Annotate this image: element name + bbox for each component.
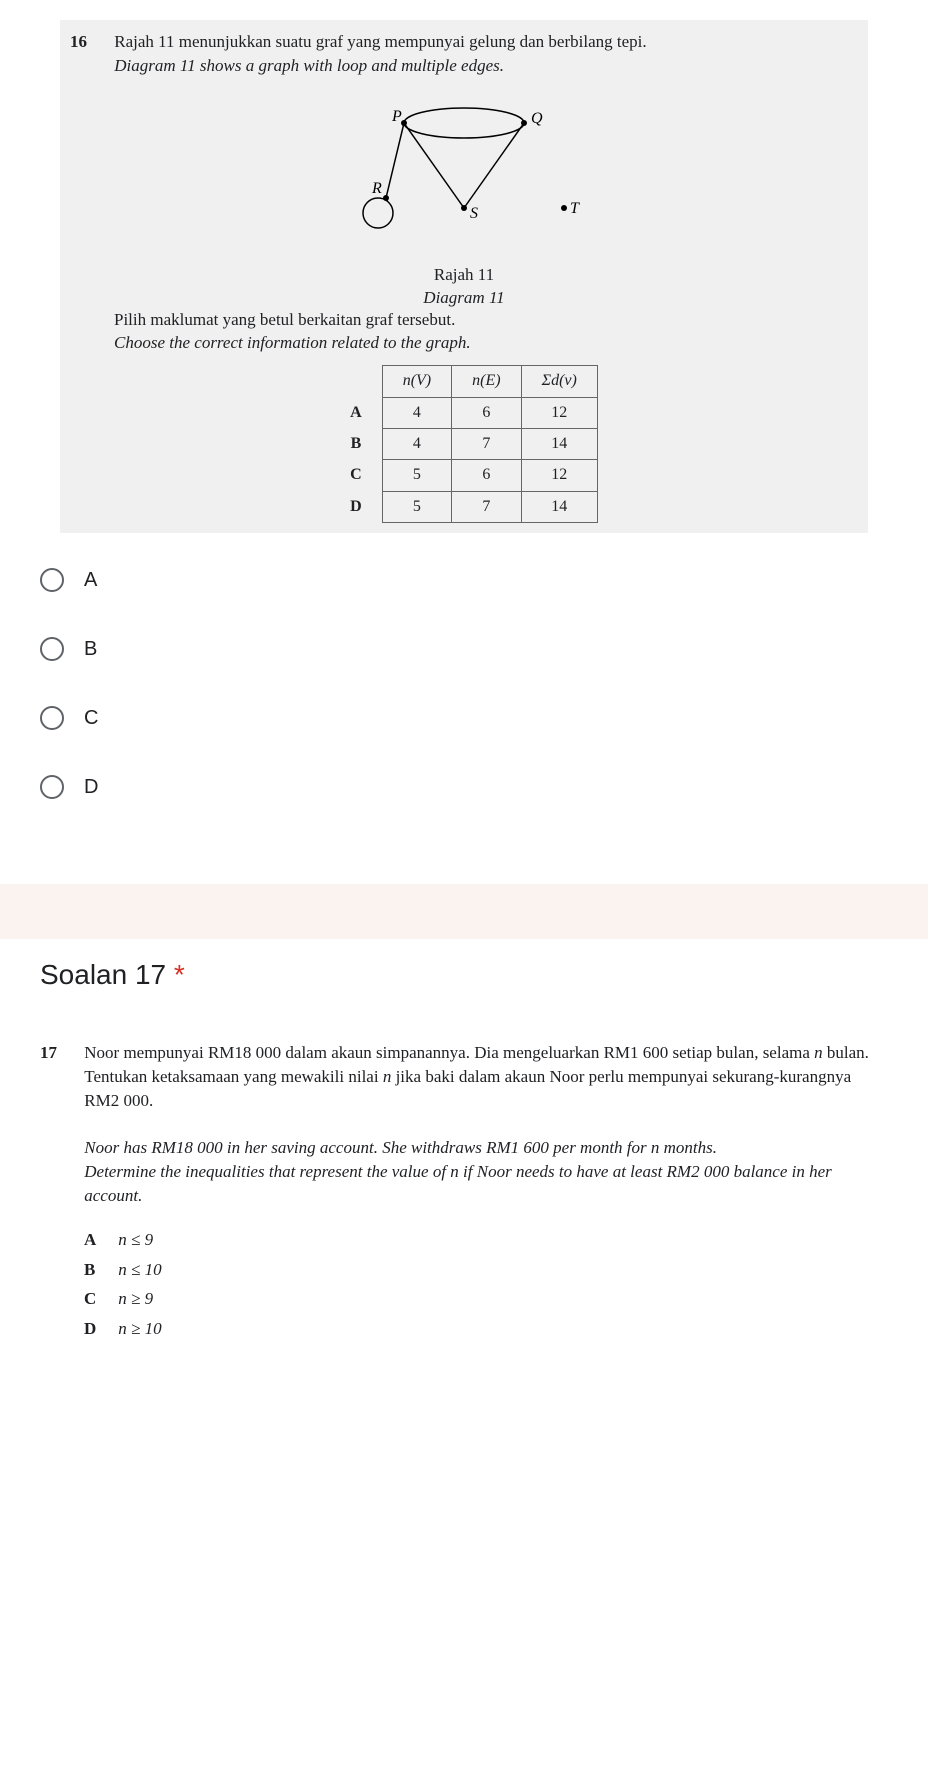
q16-text-en: Diagram 11 shows a graph with loop and m… bbox=[114, 56, 504, 75]
q17-number: 17 bbox=[40, 1041, 80, 1065]
row-a-label: A bbox=[330, 397, 382, 428]
option-d-label: D bbox=[84, 776, 98, 799]
row-d-label: D bbox=[330, 491, 382, 522]
header-nv: n(V) bbox=[382, 366, 451, 397]
q17-options-block: A n ≤ 9 B n ≤ 10 C n ≥ 9 D n ≥ 10 bbox=[84, 1228, 888, 1341]
q17-en-1: Noor has RM18 000 in her saving account.… bbox=[84, 1138, 717, 1157]
row-b-ne: 7 bbox=[452, 428, 521, 459]
q17-my-1: Noor mempunyai RM18 000 dalam akaun simp… bbox=[84, 1043, 814, 1062]
table-row: A 4 6 12 bbox=[330, 397, 597, 428]
q17-content: 17 Noor mempunyai RM18 000 dalam akaun s… bbox=[40, 1041, 888, 1341]
instruction-my: Pilih maklumat yang betul berkaitan graf… bbox=[114, 310, 455, 329]
vertex-r: R bbox=[371, 180, 382, 197]
q17-title: Soalan 17 * bbox=[0, 959, 928, 1021]
q17-option-b: B n ≤ 10 bbox=[84, 1258, 888, 1282]
header-ne: n(E) bbox=[452, 366, 521, 397]
q17-b-label: B bbox=[84, 1258, 114, 1282]
table-row: D 5 7 14 bbox=[330, 491, 597, 522]
option-c-label: C bbox=[84, 707, 98, 730]
q17-option-d: D n ≥ 10 bbox=[84, 1317, 888, 1341]
q17-c-text: n ≥ 9 bbox=[118, 1289, 153, 1308]
row-c-label: C bbox=[330, 460, 382, 491]
q17-my-3: Tentukan ketaksamaan yang mewakili nilai bbox=[84, 1067, 383, 1086]
radio-circle-icon bbox=[40, 568, 64, 592]
q17-title-text: Soalan 17 bbox=[40, 959, 166, 990]
q16-number: 16 bbox=[70, 30, 110, 54]
header-sdv: Σd(v) bbox=[521, 366, 597, 397]
instruction: Pilih maklumat yang betul berkaitan graf… bbox=[114, 308, 858, 356]
q17-a-text: n ≤ 9 bbox=[118, 1230, 153, 1249]
q16-text-my: Rajah 11 menunjukkan suatu graf yang mem… bbox=[114, 32, 646, 51]
q17-my-n1: n bbox=[814, 1043, 823, 1062]
radio-option-b[interactable]: B bbox=[40, 637, 888, 661]
diagram-label-en: Diagram 11 bbox=[423, 288, 504, 307]
section-divider bbox=[0, 884, 928, 939]
required-mark: * bbox=[174, 959, 185, 990]
q17-b-text: n ≤ 10 bbox=[118, 1260, 161, 1279]
answer-table: n(V) n(E) Σd(v) A 4 6 12 B 4 7 bbox=[330, 365, 598, 523]
vertex-q: Q bbox=[531, 110, 543, 127]
graph-svg: P Q R S T bbox=[334, 93, 594, 253]
question-16-card: 16 Rajah 11 menunjukkan suatu graf yang … bbox=[0, 0, 928, 864]
row-c-ne: 6 bbox=[452, 460, 521, 491]
table-row: B 4 7 14 bbox=[330, 428, 597, 459]
row-a-sdv: 12 bbox=[521, 397, 597, 428]
radio-option-c[interactable]: C bbox=[40, 706, 888, 730]
row-d-nv: 5 bbox=[382, 491, 451, 522]
q17-option-a: A n ≤ 9 bbox=[84, 1228, 888, 1252]
radio-option-d[interactable]: D bbox=[40, 775, 888, 799]
vertex-t: T bbox=[570, 200, 580, 217]
q17-text-block: Noor mempunyai RM18 000 dalam akaun simp… bbox=[84, 1041, 882, 1208]
instruction-en: Choose the correct information related t… bbox=[114, 333, 471, 352]
q17-d-label: D bbox=[84, 1317, 114, 1341]
option-b-label: B bbox=[84, 638, 97, 661]
row-b-label: B bbox=[330, 428, 382, 459]
q17-my-2: bulan. bbox=[823, 1043, 869, 1062]
radio-circle-icon bbox=[40, 637, 64, 661]
q17-d-text: n ≥ 10 bbox=[118, 1319, 161, 1338]
radio-circle-icon bbox=[40, 706, 64, 730]
row-c-sdv: 12 bbox=[521, 460, 597, 491]
q17-a-label: A bbox=[84, 1228, 114, 1252]
row-a-nv: 4 bbox=[382, 397, 451, 428]
graph-diagram: P Q R S T Rajah 11 Diagram 11 bbox=[70, 93, 858, 293]
q16-text-block: Rajah 11 menunjukkan suatu graf yang mem… bbox=[114, 30, 852, 78]
row-d-ne: 7 bbox=[452, 491, 521, 522]
option-a-label: A bbox=[84, 569, 97, 592]
row-b-nv: 4 bbox=[382, 428, 451, 459]
q16-options: A B C D bbox=[40, 568, 888, 799]
vertex-p: P bbox=[391, 108, 402, 125]
diagram-label: Rajah 11 Diagram 11 bbox=[70, 263, 858, 311]
vertex-s: S bbox=[470, 205, 478, 222]
radio-option-a[interactable]: A bbox=[40, 568, 888, 592]
question-16-content: 16 Rajah 11 menunjukkan suatu graf yang … bbox=[70, 30, 858, 523]
row-c-nv: 5 bbox=[382, 460, 451, 491]
q17-en-2: Determine the inequalities that represen… bbox=[84, 1162, 832, 1205]
row-b-sdv: 14 bbox=[521, 428, 597, 459]
q17-c-label: C bbox=[84, 1287, 114, 1311]
radio-circle-icon bbox=[40, 775, 64, 799]
row-a-ne: 6 bbox=[452, 397, 521, 428]
diagram-label-my: Rajah 11 bbox=[434, 265, 494, 284]
q17-option-c: C n ≥ 9 bbox=[84, 1287, 888, 1311]
table-row: C 5 6 12 bbox=[330, 460, 597, 491]
question-16-image: 16 Rajah 11 menunjukkan suatu graf yang … bbox=[60, 20, 868, 533]
question-17-card: 17 Noor mempunyai RM18 000 dalam akaun s… bbox=[40, 1041, 888, 1341]
row-d-sdv: 14 bbox=[521, 491, 597, 522]
